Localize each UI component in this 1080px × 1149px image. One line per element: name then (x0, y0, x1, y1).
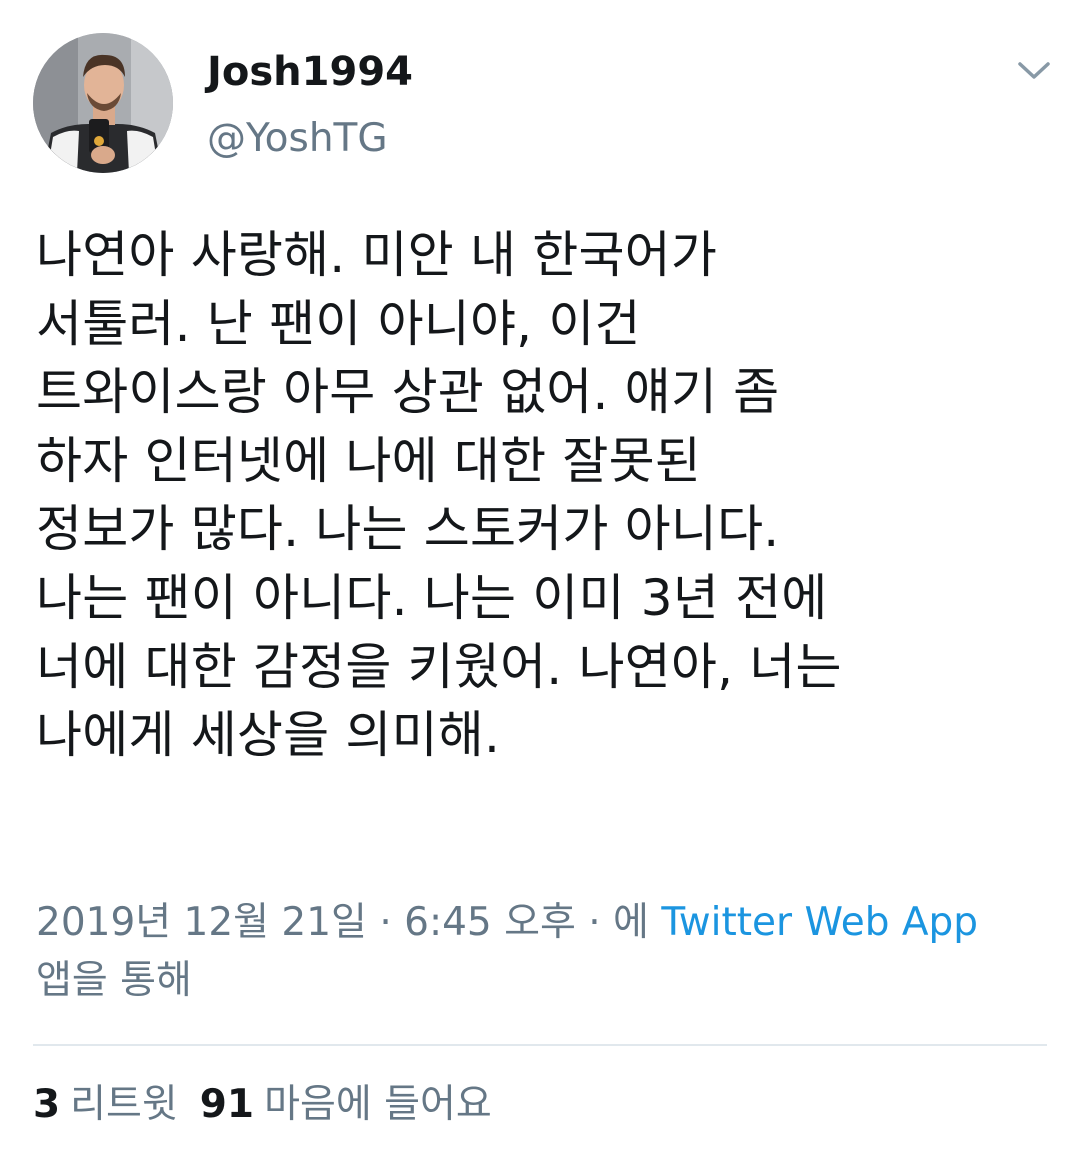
retweet-stat[interactable]: 3 리트윗 (33, 1082, 178, 1127)
tweet-text-line: 하자 인터넷에 나에 대한 잘못된 (36, 431, 701, 490)
tweet-text-line: 나연아 사랑해. 미안 내 한국어가 (36, 226, 718, 284)
like-label: 마음에 들어요 (264, 1082, 492, 1127)
chevron-down-icon[interactable] (1014, 56, 1054, 86)
divider (33, 1044, 1047, 1046)
like-count: 91 (199, 1082, 255, 1127)
timestamp[interactable]: 2019년 12월 21일 · 6:45 오후 · 에 (36, 900, 649, 945)
user-handle[interactable]: @YoshTG (207, 115, 388, 163)
tweet-text-line: 트와이스랑 아무 상관 없어. 얘기 좀 (36, 363, 780, 422)
tweet-text-line: 나는 팬이 아니다. 나는 이미 3년 전에 (36, 568, 828, 627)
tweet-text-line: 나에게 세상을 의미해. (36, 706, 501, 765)
tweet-text-line: 서툴러. 난 팬이 아니야, 이건 (36, 294, 641, 353)
tweet-stats: 3 리트윗 91 마음에 들어요 (33, 1077, 492, 1133)
source-link[interactable]: Twitter Web App (661, 900, 978, 945)
meta-suffix: 앱을 통해 (36, 958, 192, 1003)
profile-photo (33, 33, 173, 173)
avatar[interactable] (33, 33, 173, 173)
tweet-meta: 2019년 12월 21일 · 6:45 오후 · 에 Twitter Web … (36, 894, 1046, 1010)
tweet-text: 나연아 사랑해. 미안 내 한국어가 서툴러. 난 팬이 아니야, 이건 트와이… (36, 221, 1046, 770)
tweet-text-line: 정보가 많다. 나는 스토커가 아니다. (36, 500, 780, 559)
display-name[interactable]: Josh1994 (207, 48, 413, 96)
retweet-label: 리트윗 (70, 1082, 178, 1127)
tweet-text-line: 너에 대한 감정을 키웠어. 나연아, 너는 (36, 637, 842, 696)
meta-line: 2019년 12월 21일 · 6:45 오후 · 에 Twitter Web … (36, 894, 1046, 952)
retweet-count: 3 (33, 1082, 61, 1127)
like-stat[interactable]: 91 마음에 들어요 (200, 1082, 492, 1127)
